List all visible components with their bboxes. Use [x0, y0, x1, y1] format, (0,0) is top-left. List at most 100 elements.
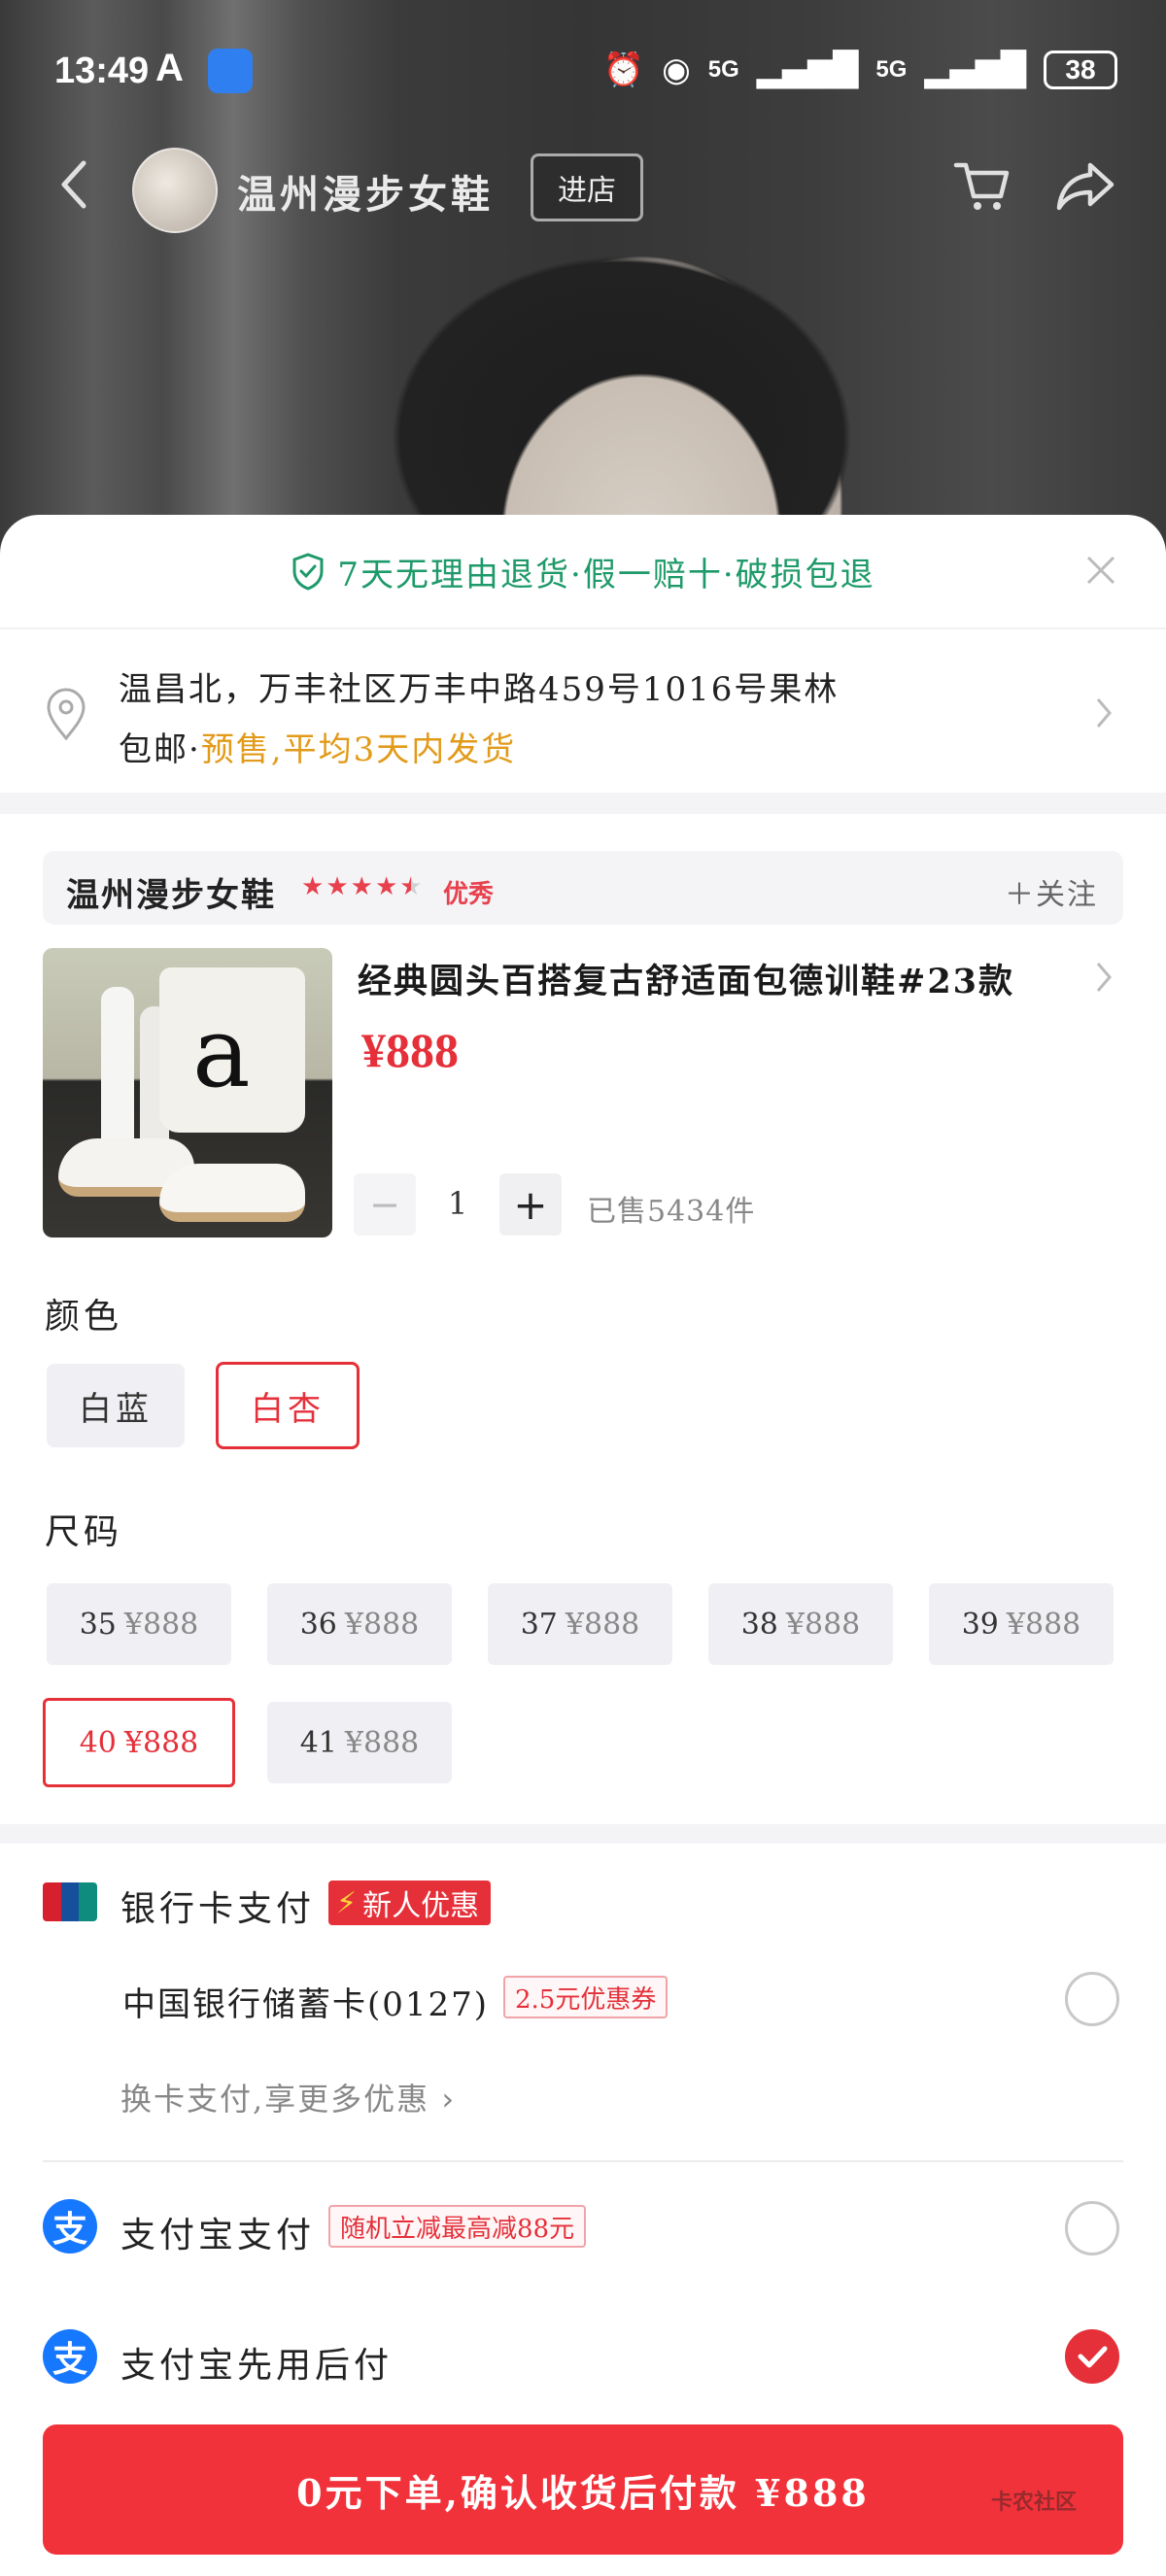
status-bar: 13:49 A ⏰ ◉ 5G ▂▄▆█ 5G ▂▄▆█ 38: [0, 0, 1166, 107]
shop-name: 温州漫步女鞋: [66, 876, 276, 915]
size-number: 35: [79, 1607, 117, 1642]
network-type-label: 5G: [707, 56, 739, 83]
alarm-icon: ⏰: [602, 51, 645, 89]
close-icon[interactable]: [1084, 554, 1117, 587]
color-section-label: 颜色: [45, 1297, 123, 1337]
status-icons: ⏰ ◉ 5G ▂▄▆█ 5G ▂▄▆█ 38: [603, 51, 1117, 89]
unionpay-icon: [43, 1882, 97, 1921]
size-number: 36: [299, 1607, 337, 1642]
network-type-label-2: 5G: [875, 56, 908, 83]
alipay-pay-title[interactable]: 支付宝支付: [120, 2207, 315, 2257]
thumb-shoe-shape-2: [159, 1164, 305, 1222]
size-option-38[interactable]: 38 ¥888: [708, 1583, 893, 1665]
guarantee-text: 7天无理由退货·假一赔十·破损包退: [337, 555, 875, 594]
watermark-text: 卡农社区: [991, 2491, 1078, 2515]
alipay-later-icon: 支: [43, 2329, 97, 2384]
top-navigation: 温州漫步女鞋 进店: [0, 136, 1166, 233]
shop-avatar[interactable]: [132, 148, 218, 233]
size-price: ¥888: [123, 1607, 199, 1642]
size-price: ¥888: [344, 1607, 420, 1642]
quantity-value: 1: [447, 1185, 468, 1222]
size-option-40[interactable]: 40 ¥888: [43, 1698, 235, 1787]
enter-shop-button[interactable]: 进店: [531, 153, 643, 221]
alipay-radio[interactable]: [1065, 2201, 1119, 2255]
chevron-right-icon: [1096, 698, 1112, 728]
bank-card-pay-title[interactable]: 银行卡支付: [120, 1881, 315, 1931]
product-price: ¥888: [361, 1023, 459, 1077]
presale-label: 预售,平均3天内发货: [200, 730, 517, 769]
place-order-button[interactable]: 0元下单,确认收货后付款 ¥888: [43, 2424, 1123, 2555]
size-price: ¥888: [123, 1725, 199, 1760]
star-icon: ★: [350, 872, 373, 901]
chevron-right-small-icon: ›: [429, 2081, 457, 2118]
shield-check-icon: [292, 553, 324, 591]
alipay-later-radio-checked[interactable]: [1065, 2329, 1119, 2384]
back-arrow-icon[interactable]: [54, 155, 93, 214]
hotspot-icon: ◉: [662, 51, 691, 89]
size-number: 37: [520, 1607, 558, 1642]
star-icon: ★: [301, 872, 325, 901]
status-app-icon: [208, 49, 253, 93]
guarantee-banner: 7天无理由退货·假一赔十·破损包退: [0, 515, 1166, 627]
product-title[interactable]: 经典圆头百搭复古舒适面包德训鞋#23款: [358, 954, 1014, 1003]
location-pin-icon: [47, 688, 86, 741]
size-option-35[interactable]: 35 ¥888: [47, 1583, 231, 1665]
purchase-sheet: 7天无理由退货·假一赔十·破损包退 温昌北，万丰社区万丰中路459号1016号果…: [0, 515, 1166, 2576]
switch-card-link[interactable]: 换卡支付,享更多优惠 ›: [120, 2075, 456, 2119]
product-thumbnail[interactable]: a: [43, 948, 332, 1237]
thumb-leg-shape: [101, 987, 134, 1152]
thumb-bag-logo: a: [192, 996, 251, 1109]
bank-card-option[interactable]: 中国银行储蓄卡(0127): [122, 1978, 489, 2025]
thumb-bag-shape: a: [159, 967, 305, 1133]
size-number: 39: [961, 1607, 999, 1642]
section-divider: [0, 793, 1166, 814]
shop-rating-label: 优秀: [443, 880, 495, 909]
size-price: ¥888: [565, 1607, 640, 1642]
shop-rating-stars: ★ ★ ★ ★ ★: [301, 874, 423, 899]
nav-shop-name[interactable]: 温州漫步女鞋: [237, 163, 494, 220]
status-app-a-icon: A: [155, 47, 184, 89]
status-time: 13:49: [54, 51, 150, 91]
alipay-discount-tag: 随机立减最高减88元: [328, 2205, 587, 2248]
battery-indicator: 38: [1044, 51, 1117, 89]
share-icon[interactable]: [1053, 153, 1117, 218]
follow-shop-button[interactable]: ＋关注: [1005, 870, 1098, 913]
size-option-36[interactable]: 36 ¥888: [267, 1583, 452, 1665]
new-user-badge-label: 新人优惠: [362, 1889, 480, 1923]
product-chevron-right-icon[interactable]: [1092, 958, 1115, 997]
size-number: 38: [740, 1607, 778, 1642]
size-price: ¥888: [344, 1725, 420, 1760]
new-user-badge: ⚡ 新人优惠: [328, 1881, 492, 1925]
size-option-39[interactable]: 39 ¥888: [929, 1583, 1114, 1665]
bank-card-radio[interactable]: [1065, 1972, 1119, 2026]
quantity-decrease-button[interactable]: −: [354, 1173, 416, 1236]
color-option-white-blue[interactable]: 白蓝: [47, 1364, 185, 1447]
size-number: 40: [79, 1725, 117, 1760]
alipay-later-title[interactable]: 支付宝先用后付: [120, 2337, 393, 2388]
quantity-increase-button[interactable]: +: [499, 1173, 562, 1236]
payment-separator: [43, 2160, 1123, 2162]
shipping-info: 包邮·预售,平均3天内发货: [119, 723, 516, 770]
shipping-address-row[interactable]: 温昌北，万丰社区万丰中路459号1016号果林 包邮·预售,平均3天内发货: [0, 627, 1166, 793]
size-option-41[interactable]: 41 ¥888: [267, 1702, 452, 1783]
half-star-icon: ★: [399, 872, 423, 901]
size-number: 41: [299, 1725, 337, 1760]
lightning-icon: ⚡: [336, 1885, 358, 1920]
free-shipping-label: 包邮·: [119, 730, 201, 769]
size-price: ¥888: [1006, 1607, 1081, 1642]
cart-icon[interactable]: [950, 153, 1014, 218]
address-text: 温昌北，万丰社区万丰中路459号1016号果林: [119, 670, 840, 709]
size-price: ¥888: [785, 1607, 861, 1642]
color-option-white-apricot[interactable]: 白杏: [216, 1362, 360, 1449]
size-section-label: 尺码: [45, 1512, 123, 1552]
switch-card-text: 换卡支付,享更多优惠: [120, 2081, 430, 2118]
star-icon: ★: [374, 872, 398, 901]
signal-icon-2: ▂▄▆█: [924, 51, 1026, 89]
section-divider-2: [0, 1824, 1166, 1844]
shop-info-bar[interactable]: 温州漫步女鞋 ★ ★ ★ ★ ★ 优秀 ＋关注: [43, 851, 1123, 925]
signal-icon: ▂▄▆█: [756, 51, 859, 89]
alipay-icon: 支: [43, 2199, 97, 2254]
size-option-37[interactable]: 37 ¥888: [488, 1583, 672, 1665]
watermark-logo: 卡农社区: [991, 2485, 1137, 2539]
checkmark-icon: [1078, 2346, 1108, 2368]
